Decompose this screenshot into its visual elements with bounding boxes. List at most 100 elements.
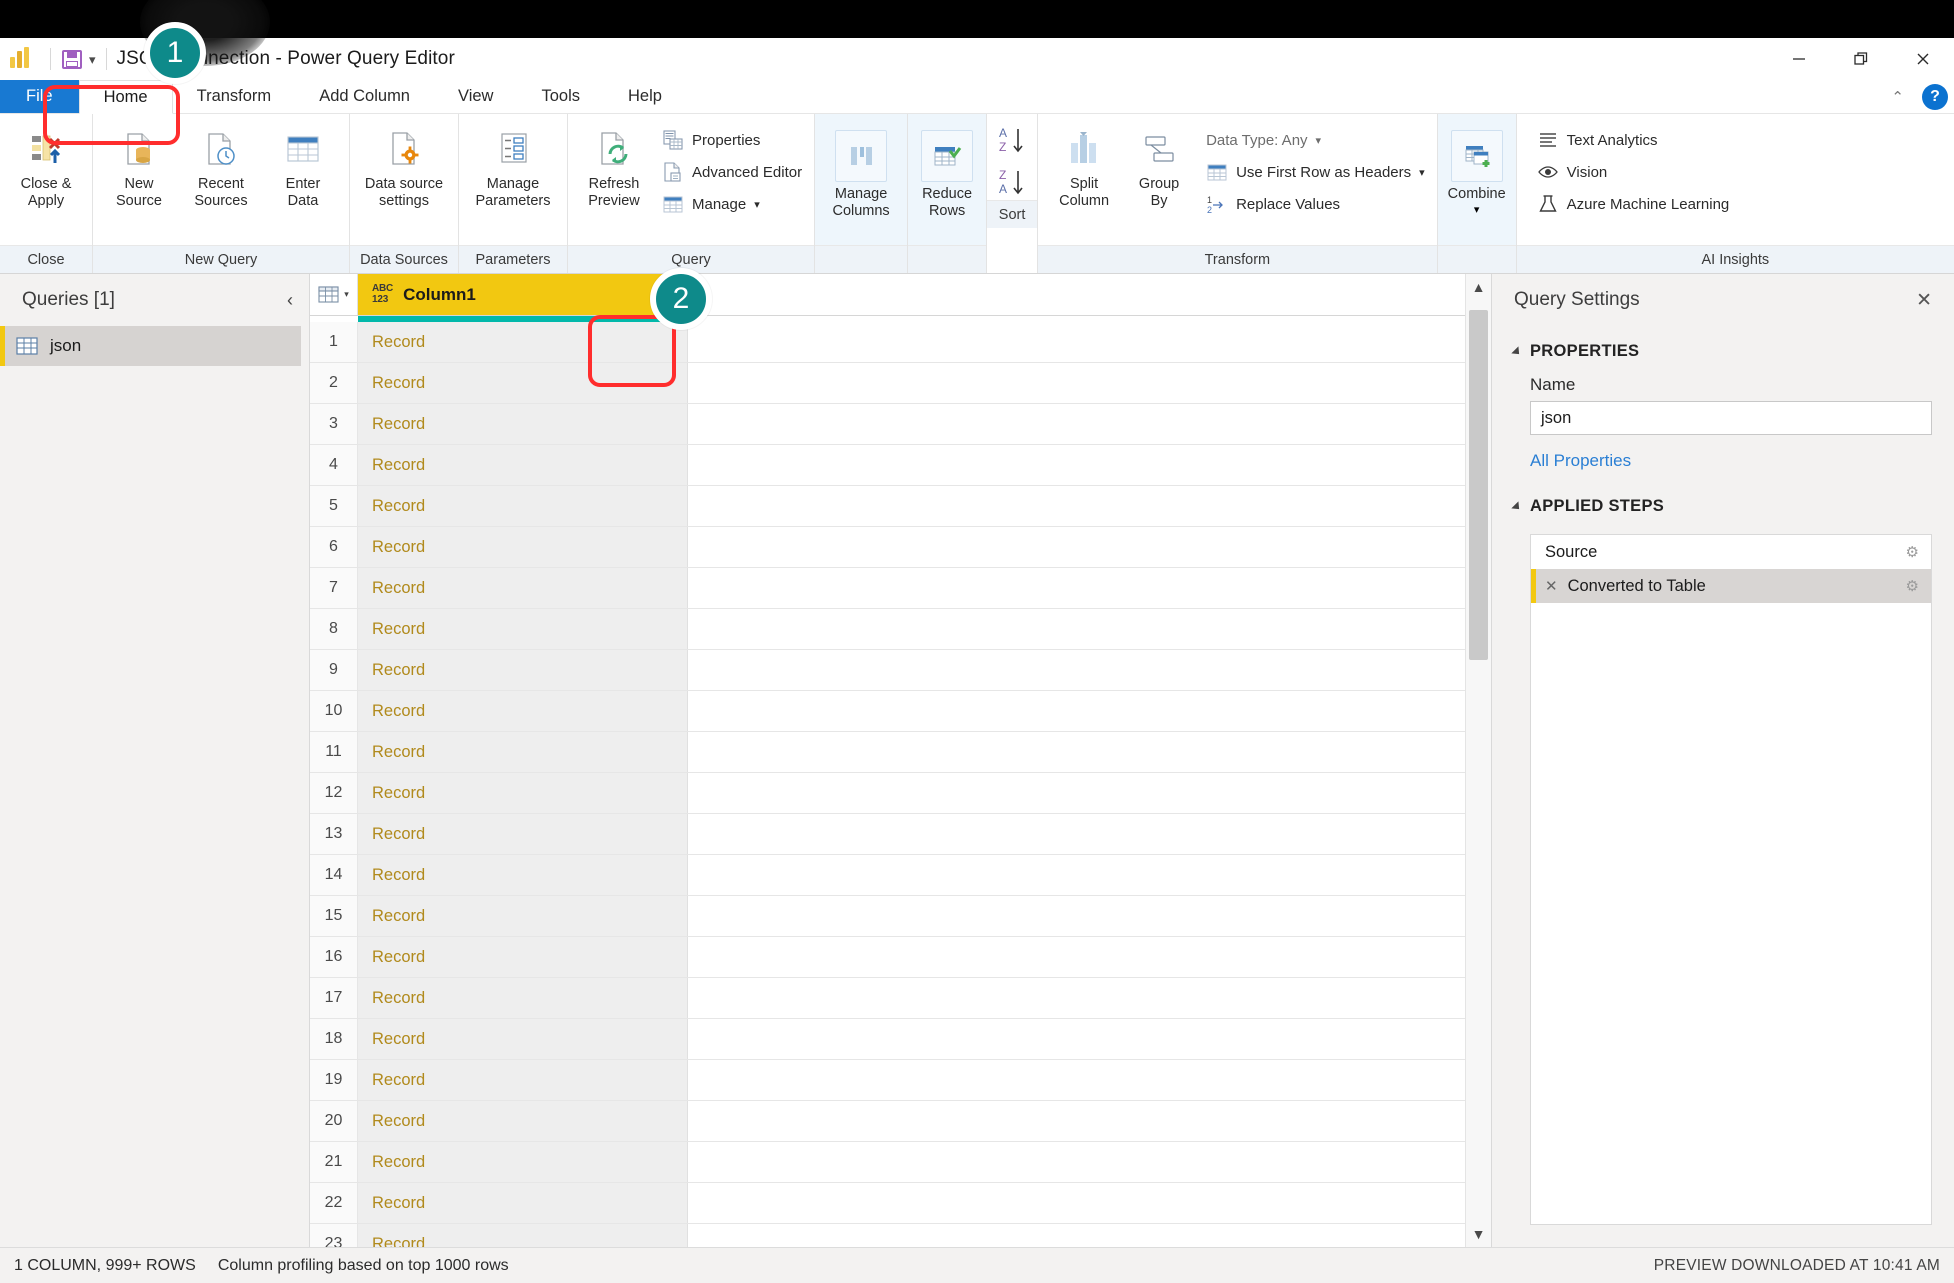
- table-row[interactable]: 1 Record: [310, 322, 1465, 363]
- cell-column1[interactable]: Record: [358, 568, 688, 608]
- cell-column1[interactable]: Record: [358, 896, 688, 936]
- all-properties-link[interactable]: All Properties: [1530, 451, 1932, 471]
- table-row[interactable]: 22 Record: [310, 1183, 1465, 1224]
- combine-caret-icon[interactable]: ▾: [1474, 203, 1480, 216]
- vision-button[interactable]: Vision: [1531, 158, 1736, 186]
- table-row[interactable]: 16 Record: [310, 937, 1465, 978]
- help-icon[interactable]: ?: [1922, 84, 1948, 110]
- save-icon[interactable]: [61, 48, 83, 70]
- text-analytics-button[interactable]: Text Analytics: [1531, 126, 1736, 154]
- tab-tools[interactable]: Tools: [517, 80, 604, 113]
- cell-column1[interactable]: Record: [358, 1101, 688, 1141]
- scrollbar-thumb[interactable]: [1469, 310, 1488, 660]
- new-source-button[interactable]: New Source: [99, 122, 179, 209]
- split-column-button[interactable]: Split Column: [1044, 122, 1124, 209]
- applied-step[interactable]: Source ⚙: [1531, 535, 1931, 569]
- scrollbar-track[interactable]: [1466, 300, 1491, 1221]
- sort-descending-button[interactable]: Z A: [995, 166, 1029, 200]
- cell-column1[interactable]: Record: [358, 322, 688, 362]
- table-row[interactable]: 15 Record: [310, 896, 1465, 937]
- group-by-button[interactable]: Group By: [1126, 122, 1192, 209]
- delete-step-icon[interactable]: ✕: [1545, 577, 1558, 595]
- enter-data-button[interactable]: Enter Data: [263, 122, 343, 209]
- collapse-ribbon-icon[interactable]: ⌃: [1885, 88, 1910, 106]
- table-row[interactable]: 11 Record: [310, 732, 1465, 773]
- cell-column1[interactable]: Record: [358, 691, 688, 731]
- tab-file[interactable]: File: [0, 80, 79, 113]
- cell-column1[interactable]: Record: [358, 1019, 688, 1059]
- recent-sources-button[interactable]: Recent Sources: [181, 122, 261, 209]
- table-row[interactable]: 12 Record: [310, 773, 1465, 814]
- collapse-queries-icon[interactable]: ‹: [287, 290, 293, 311]
- cell-column1[interactable]: Record: [358, 1224, 688, 1247]
- cell-column1[interactable]: Record: [358, 773, 688, 813]
- gear-icon[interactable]: ⚙: [1906, 577, 1919, 595]
- cell-column1[interactable]: Record: [358, 978, 688, 1018]
- data-source-settings-button[interactable]: Data source settings: [356, 122, 452, 209]
- combine-button[interactable]: Combine ▾: [1444, 126, 1510, 216]
- table-row[interactable]: 9 Record: [310, 650, 1465, 691]
- query-item-json[interactable]: json: [0, 326, 301, 366]
- cell-column1[interactable]: Record: [358, 732, 688, 772]
- table-row[interactable]: 17 Record: [310, 978, 1465, 1019]
- scroll-up-arrow-icon[interactable]: ▲: [1466, 274, 1491, 300]
- gear-icon[interactable]: ⚙: [1906, 543, 1919, 561]
- table-row[interactable]: 13 Record: [310, 814, 1465, 855]
- use-first-row-as-headers-button[interactable]: Use First Row as Headers ▾: [1200, 158, 1431, 186]
- cell-column1[interactable]: Record: [358, 486, 688, 526]
- cell-column1[interactable]: Record: [358, 650, 688, 690]
- column-header-column1[interactable]: ABC 123 Column1: [358, 274, 688, 315]
- properties-section-header[interactable]: PROPERTIES: [1511, 342, 1932, 361]
- sort-ascending-button[interactable]: A Z: [995, 124, 1029, 158]
- tab-transform[interactable]: Transform: [173, 80, 296, 113]
- tab-home[interactable]: Home: [78, 80, 173, 114]
- close-query-settings-icon[interactable]: ✕: [1916, 289, 1932, 312]
- applied-steps-section-header[interactable]: APPLIED STEPS: [1511, 497, 1932, 516]
- applied-step[interactable]: ✕ Converted to Table ⚙: [1531, 569, 1931, 603]
- close-button[interactable]: [1892, 38, 1954, 80]
- tab-view[interactable]: View: [434, 80, 517, 113]
- refresh-preview-button[interactable]: Refresh Preview: [574, 122, 654, 209]
- table-row[interactable]: 2 Record: [310, 363, 1465, 404]
- reduce-rows-button[interactable]: Reduce Rows: [914, 126, 980, 219]
- table-row[interactable]: 10 Record: [310, 691, 1465, 732]
- cell-column1[interactable]: Record: [358, 814, 688, 854]
- data-type-caret-icon[interactable]: ▾: [1316, 134, 1322, 147]
- manage-parameters-button[interactable]: Manage Parameters: [465, 122, 561, 209]
- table-row[interactable]: 18 Record: [310, 1019, 1465, 1060]
- table-row[interactable]: 14 Record: [310, 855, 1465, 896]
- advanced-editor-button[interactable]: Advanced Editor: [656, 158, 808, 186]
- cell-column1[interactable]: Record: [358, 1142, 688, 1182]
- table-row[interactable]: 23 Record: [310, 1224, 1465, 1247]
- restore-button[interactable]: [1830, 38, 1892, 80]
- azure-machine-learning-button[interactable]: Azure Machine Learning: [1531, 190, 1736, 218]
- tab-add-column[interactable]: Add Column: [295, 80, 434, 113]
- minimize-button[interactable]: [1768, 38, 1830, 80]
- cell-column1[interactable]: Record: [358, 1060, 688, 1100]
- data-type-button[interactable]: Data Type: Any ▾: [1200, 126, 1431, 154]
- replace-values-button[interactable]: 1 2 Replace Values: [1200, 190, 1431, 218]
- table-row[interactable]: 8 Record: [310, 609, 1465, 650]
- first-row-headers-caret-icon[interactable]: ▾: [1419, 166, 1425, 179]
- manage-caret-icon[interactable]: ▾: [754, 198, 760, 211]
- table-row[interactable]: 5 Record: [310, 486, 1465, 527]
- tab-help[interactable]: Help: [604, 80, 686, 113]
- cell-column1[interactable]: Record: [358, 404, 688, 444]
- undo-caret-icon[interactable]: ▾: [89, 53, 96, 66]
- status-column-profiling[interactable]: Column profiling based on top 1000 rows: [218, 1257, 509, 1275]
- cell-column1[interactable]: Record: [358, 855, 688, 895]
- name-input[interactable]: json: [1530, 401, 1932, 435]
- cell-column1[interactable]: Record: [358, 363, 688, 403]
- properties-button[interactable]: Properties: [656, 126, 808, 154]
- table-row[interactable]: 20 Record: [310, 1101, 1465, 1142]
- scroll-down-arrow-icon[interactable]: ▼: [1466, 1221, 1491, 1247]
- cell-column1[interactable]: Record: [358, 445, 688, 485]
- cell-column1[interactable]: Record: [358, 1183, 688, 1223]
- manage-columns-button[interactable]: Manage Columns: [821, 126, 901, 219]
- grid-vertical-scrollbar[interactable]: ▲ ▼: [1465, 274, 1491, 1247]
- cell-column1[interactable]: Record: [358, 937, 688, 977]
- cell-column1[interactable]: Record: [358, 609, 688, 649]
- close-and-apply-button[interactable]: Close & Apply: [6, 122, 86, 209]
- table-row[interactable]: 4 Record: [310, 445, 1465, 486]
- table-row[interactable]: 19 Record: [310, 1060, 1465, 1101]
